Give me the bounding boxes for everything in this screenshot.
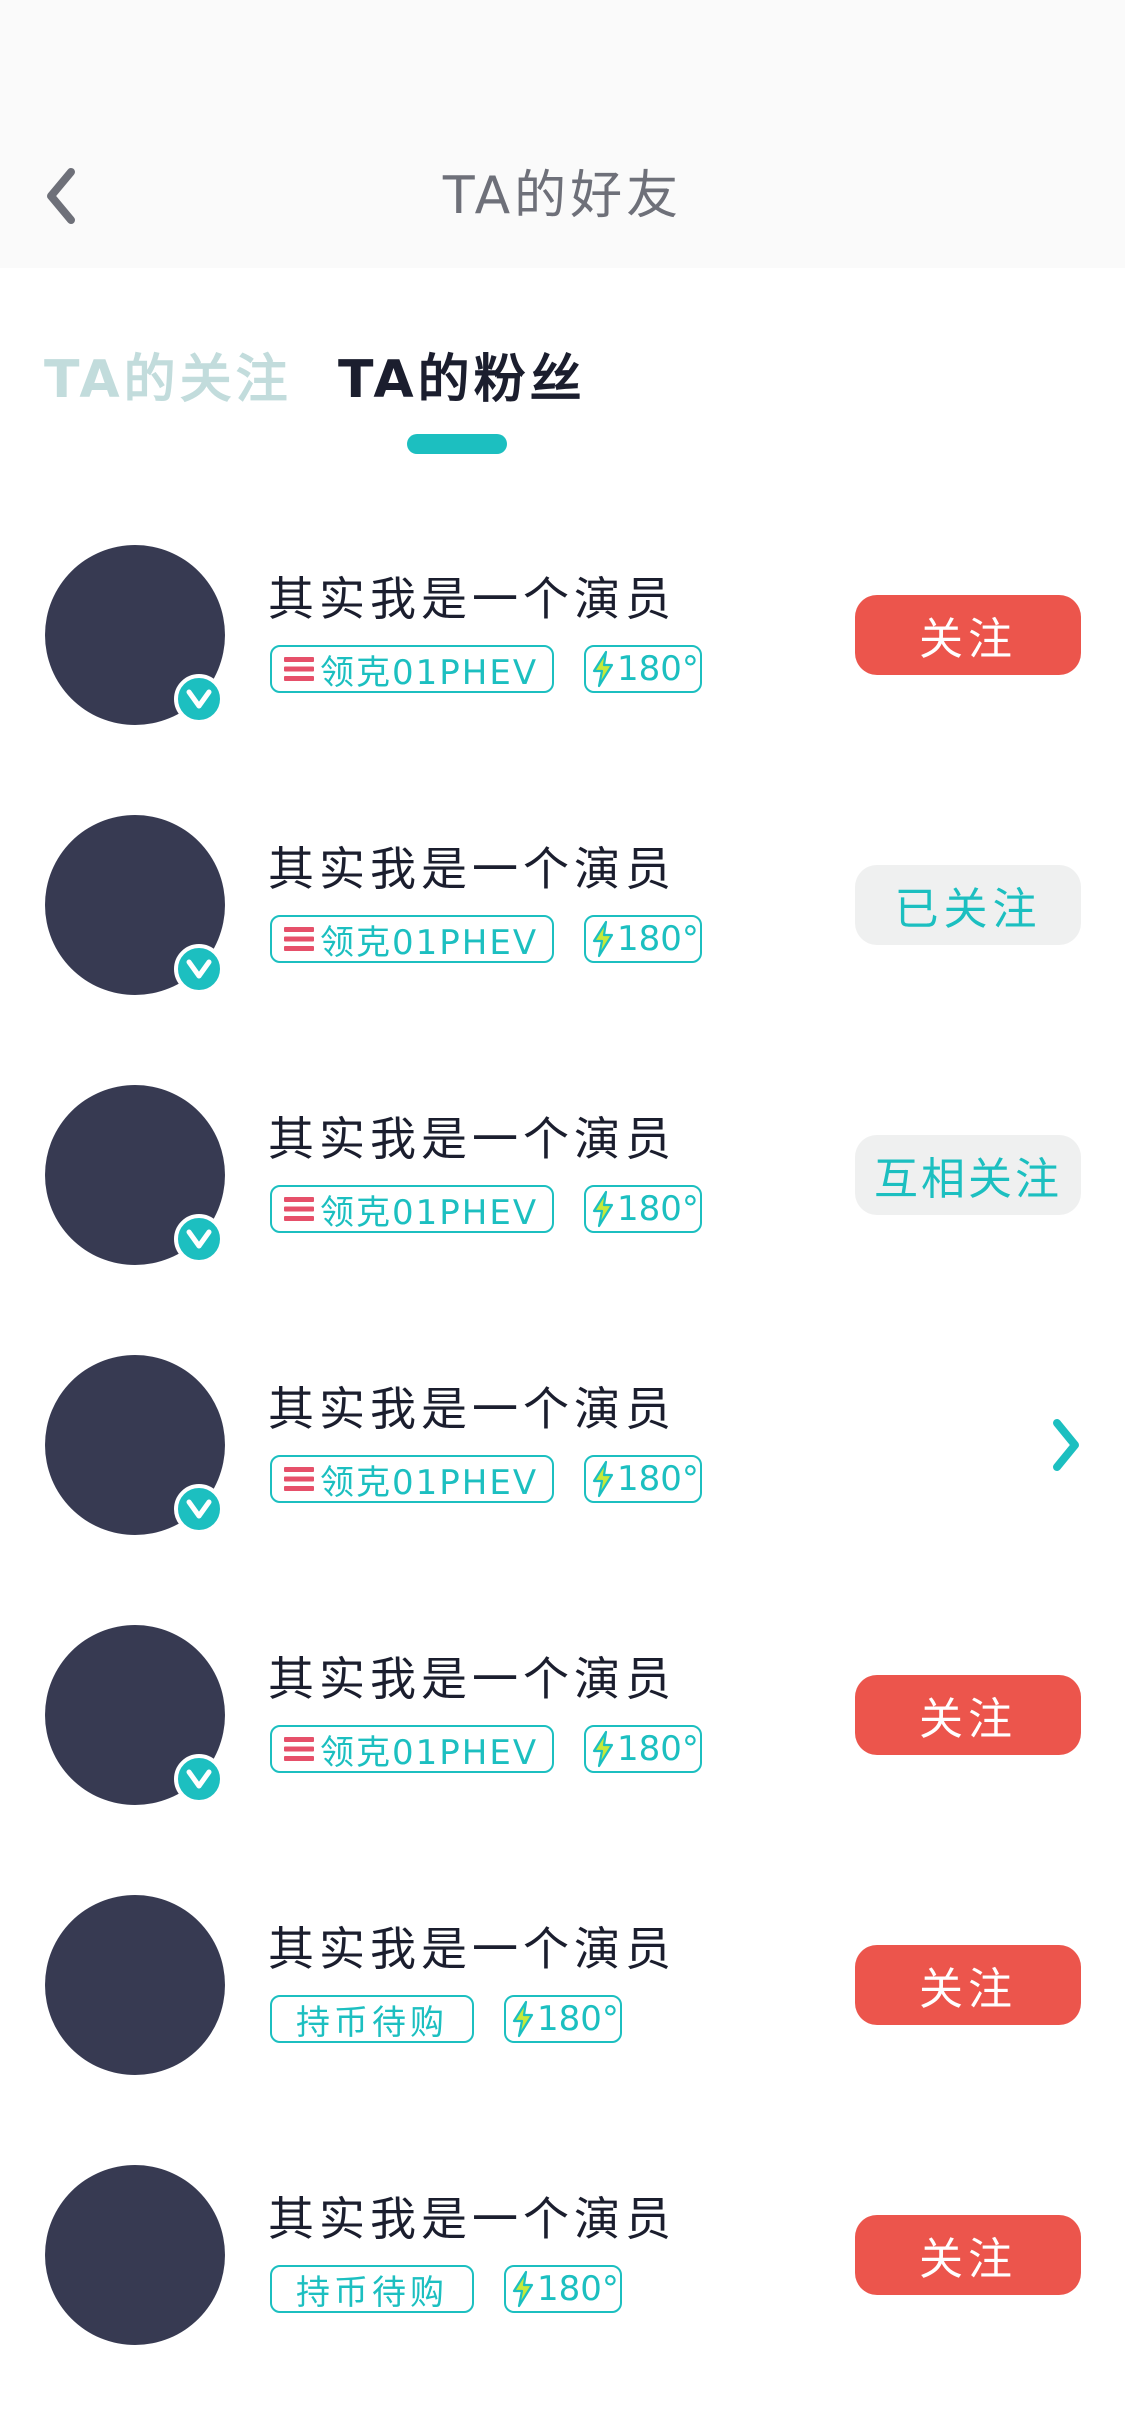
verified-badge: [174, 1484, 224, 1534]
avatar-container: [45, 2165, 225, 2345]
energy-value: 180°: [617, 919, 699, 959]
car-model-tag: 领克01PHEV: [270, 1185, 554, 1233]
lightning-icon: [590, 650, 616, 688]
menu-lines-icon: [284, 656, 314, 682]
avatar-container: [45, 1625, 225, 1805]
lightning-icon: [590, 1190, 616, 1228]
username: 其实我是一个演员: [268, 1112, 676, 1166]
list-item[interactable]: 其实我是一个演员领克01PHEV 180° 已关注: [0, 815, 1125, 1085]
energy-tag: 180°: [584, 915, 702, 963]
username: 其实我是一个演员: [268, 842, 676, 896]
car-model-label: 领克01PHEV: [320, 652, 539, 693]
chevron-right-icon: [1053, 1419, 1079, 1471]
purchase-status-tag: 持币待购: [270, 2265, 474, 2313]
mutual-follow-button[interactable]: 互相关注: [855, 1135, 1081, 1215]
verified-badge: [174, 1214, 224, 1264]
avatar-container: [45, 1355, 225, 1535]
follow-button[interactable]: 关注: [855, 1945, 1081, 2025]
list-item[interactable]: 其实我是一个演员领克01PHEV 180° 互相关注: [0, 1085, 1125, 1355]
energy-value: 180°: [617, 1189, 699, 1229]
follow-button[interactable]: 关注: [855, 2215, 1081, 2295]
energy-value: 180°: [617, 649, 699, 689]
list-item[interactable]: 其实我是一个演员领克01PHEV 180°: [0, 1355, 1125, 1625]
active-tab-indicator: [407, 434, 507, 454]
energy-value: 180°: [537, 1999, 619, 2039]
nav-header: TA的好友: [0, 0, 1125, 268]
username: 其实我是一个演员: [268, 1922, 676, 1976]
followed-button[interactable]: 已关注: [855, 865, 1081, 945]
lightning-icon: [590, 1730, 616, 1768]
username: 其实我是一个演员: [268, 1382, 676, 1436]
list-item[interactable]: 其实我是一个演员领克01PHEV 180° 关注: [0, 1625, 1125, 1895]
car-model-tag: 领克01PHEV: [270, 915, 554, 963]
avatar[interactable]: [45, 2165, 225, 2345]
energy-tag: 180°: [504, 1995, 622, 2043]
tab-following[interactable]: TA的关注: [44, 345, 292, 415]
page-title: TA的好友: [442, 166, 683, 226]
follow-button[interactable]: 关注: [855, 595, 1081, 675]
avatar-container: [45, 1085, 225, 1265]
list-item[interactable]: 其实我是一个演员领克01PHEV 180° 关注: [0, 545, 1125, 815]
energy-tag: 180°: [584, 645, 702, 693]
menu-lines-icon: [284, 926, 314, 952]
menu-lines-icon: [284, 1736, 314, 1762]
avatar-container: [45, 545, 225, 725]
energy-value: 180°: [617, 1729, 699, 1769]
verified-badge: [174, 944, 224, 994]
list-item[interactable]: 其实我是一个演员持币待购 180° 关注: [0, 1895, 1125, 2165]
username: 其实我是一个演员: [268, 1652, 676, 1706]
verified-v-icon: [186, 1499, 212, 1519]
energy-tag: 180°: [504, 2265, 622, 2313]
car-model-label: 领克01PHEV: [320, 922, 539, 963]
lightning-icon: [510, 2000, 536, 2038]
energy-tag: 180°: [584, 1725, 702, 1773]
car-model-tag: 领克01PHEV: [270, 645, 554, 693]
car-model-label: 领克01PHEV: [320, 1732, 539, 1773]
energy-value: 180°: [617, 1459, 699, 1499]
purchase-status-tag: 持币待购: [270, 1995, 474, 2043]
username: 其实我是一个演员: [268, 2192, 676, 2246]
verified-badge: [174, 1754, 224, 1804]
verified-v-icon: [186, 959, 212, 979]
car-model-label: 领克01PHEV: [320, 1192, 539, 1233]
list-item[interactable]: 其实我是一个演员持币待购 180° 关注: [0, 2165, 1125, 2435]
menu-lines-icon: [284, 1466, 314, 1492]
avatar-container: [45, 815, 225, 995]
username: 其实我是一个演员: [268, 572, 676, 626]
car-model-tag: 领克01PHEV: [270, 1455, 554, 1503]
lightning-icon: [590, 1460, 616, 1498]
energy-tag: 180°: [584, 1455, 702, 1503]
energy-value: 180°: [537, 2269, 619, 2309]
verified-badge: [174, 674, 224, 724]
verified-v-icon: [186, 1229, 212, 1249]
menu-lines-icon: [284, 1196, 314, 1222]
verified-v-icon: [186, 1769, 212, 1789]
lightning-icon: [510, 2270, 536, 2308]
tab-fans[interactable]: TA的粉丝: [338, 345, 586, 415]
car-model-label: 领克01PHEV: [320, 1462, 539, 1503]
car-model-tag: 领克01PHEV: [270, 1725, 554, 1773]
lightning-icon: [590, 920, 616, 958]
energy-tag: 180°: [584, 1185, 702, 1233]
verified-v-icon: [186, 689, 212, 709]
avatar-container: [45, 1895, 225, 2075]
view-profile-button[interactable]: [1042, 1413, 1090, 1477]
follow-button[interactable]: 关注: [855, 1675, 1081, 1755]
avatar[interactable]: [45, 1895, 225, 2075]
